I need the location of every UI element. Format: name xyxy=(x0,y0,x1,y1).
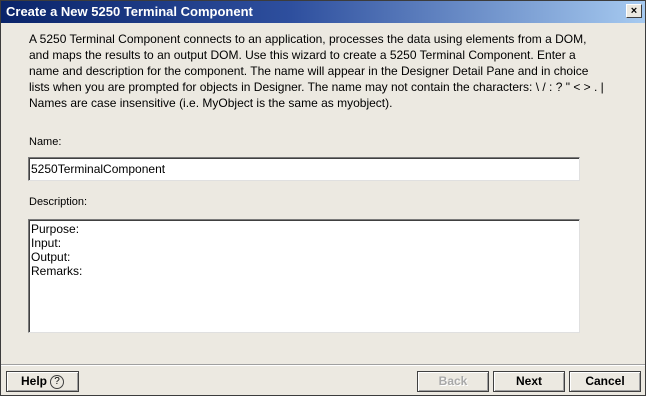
wizard-description: A 5250 Terminal Component connects to an… xyxy=(29,31,629,111)
close-icon[interactable]: × xyxy=(626,4,642,18)
description-line: name and description for the component. … xyxy=(29,64,589,78)
help-button-label: Help xyxy=(20,374,47,388)
next-button[interactable]: Next xyxy=(493,371,565,392)
description-line: Names are case insensitive (i.e. MyObjec… xyxy=(29,96,393,110)
help-button[interactable]: Help? xyxy=(6,371,79,392)
name-label: Name: xyxy=(29,136,62,148)
description-text-line: Purpose: xyxy=(31,222,80,236)
description-label: Description: xyxy=(29,196,88,208)
description-textarea[interactable]: Purpose: Input: Output: Remarks: xyxy=(28,219,580,333)
description-line: A 5250 Terminal Component connects to an… xyxy=(29,32,587,46)
description-text-line: Remarks: xyxy=(31,264,83,278)
description-line: lists when you are prompted for objects … xyxy=(29,80,604,94)
description-text-line: Output: xyxy=(31,250,71,264)
description-line: and maps the results to an output DOM. U… xyxy=(29,48,576,62)
description-text-line: Input: xyxy=(31,236,62,250)
title-bar[interactable]: Create a New 5250 Terminal Component × xyxy=(1,1,645,23)
cancel-button[interactable]: Cancel xyxy=(569,371,641,392)
window-title: Create a New 5250 Terminal Component xyxy=(6,4,253,19)
separator xyxy=(1,364,645,366)
question-circle-icon: ? xyxy=(50,374,64,389)
name-input[interactable]: 5250TerminalComponent xyxy=(28,157,580,181)
back-button[interactable]: Back xyxy=(417,371,489,392)
wizard-dialog: Create a New 5250 Terminal Component × A… xyxy=(0,0,646,396)
